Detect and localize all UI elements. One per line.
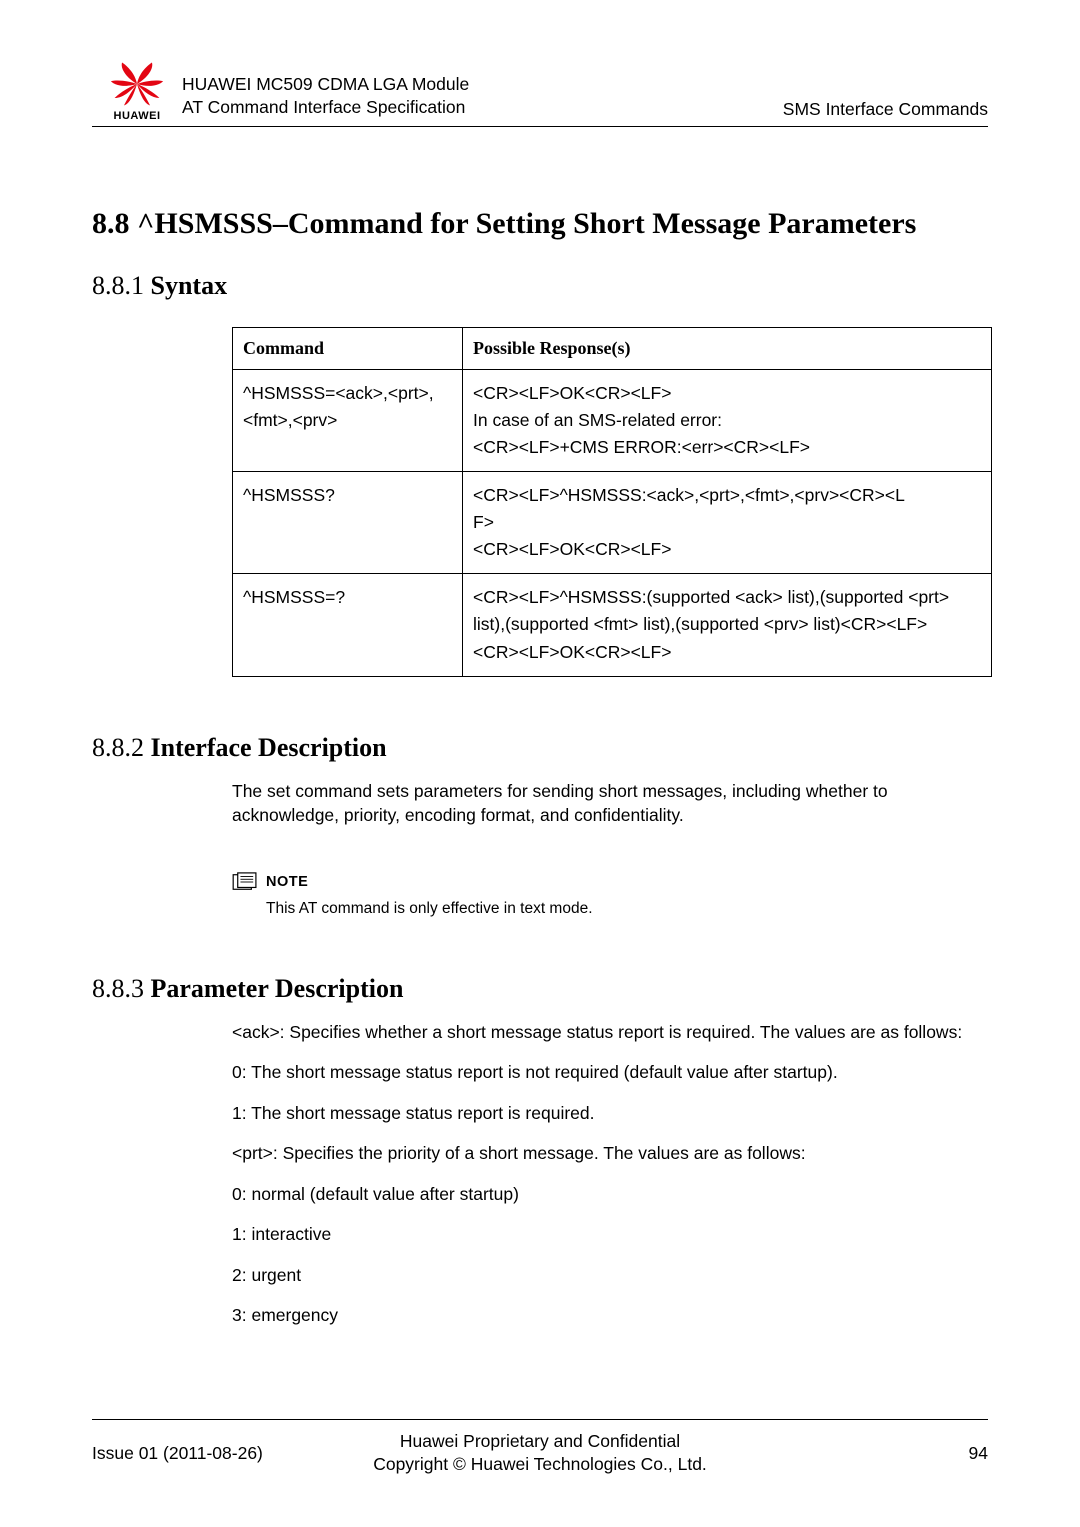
subsection-num: 8.8.3 bbox=[92, 974, 151, 1003]
param-line: 2: urgent bbox=[232, 1263, 988, 1288]
param-line: 0: The short message status report is no… bbox=[232, 1060, 988, 1085]
page: HUAWEI HUAWEI MC509 CDMA LGA Module AT C… bbox=[0, 0, 1080, 1527]
col-header-command: Command bbox=[233, 327, 463, 369]
table-row: ^HSMSSS=<ack>,<prt>,<fmt>,<prv> <CR><LF>… bbox=[233, 369, 992, 471]
header-title-line1: HUAWEI MC509 CDMA LGA Module bbox=[182, 73, 783, 97]
subsection-syntax: 8.8.1 Syntax bbox=[92, 271, 988, 301]
subsection-param-desc: 8.8.3 Parameter Description bbox=[92, 974, 988, 1004]
syntax-table: Command Possible Response(s) ^HSMSSS=<ac… bbox=[232, 327, 992, 677]
footer-page-number: 94 bbox=[764, 1443, 988, 1464]
param-desc-block: <ack>: Specifies whether a short message… bbox=[232, 1020, 988, 1328]
footer-copyright: Copyright © Huawei Technologies Co., Ltd… bbox=[316, 1453, 764, 1477]
cell-response: <CR><LF>^HSMSSS:<ack>,<prt>,<fmt>,<prv><… bbox=[463, 471, 992, 573]
subsection-title: Syntax bbox=[151, 271, 228, 300]
cell-command: ^HSMSSS=<ack>,<prt>,<fmt>,<prv> bbox=[233, 369, 463, 471]
param-line: 3: emergency bbox=[232, 1303, 988, 1328]
interface-desc-text: The set command sets parameters for send… bbox=[232, 779, 988, 828]
cell-command: ^HSMSSS? bbox=[233, 471, 463, 573]
cell-response: <CR><LF>^HSMSSS:(supported <ack> list),(… bbox=[463, 574, 992, 676]
cell-response: <CR><LF>OK<CR><LF>In case of an SMS-rela… bbox=[463, 369, 992, 471]
param-line: <prt>: Specifies the priority of a short… bbox=[232, 1141, 988, 1166]
footer-proprietary: Huawei Proprietary and Confidential bbox=[316, 1430, 764, 1454]
param-line: 1: interactive bbox=[232, 1222, 988, 1247]
logo-text: HUAWEI bbox=[114, 110, 161, 122]
note-icon bbox=[232, 872, 258, 892]
huawei-logo-icon bbox=[109, 60, 165, 108]
cell-command: ^HSMSSS=? bbox=[233, 574, 463, 676]
footer-center: Huawei Proprietary and Confidential Copy… bbox=[316, 1430, 764, 1477]
note-label: NOTE bbox=[266, 874, 308, 890]
page-footer: Issue 01 (2011-08-26) Huawei Proprietary… bbox=[92, 1419, 988, 1477]
param-line: 0: normal (default value after startup) bbox=[232, 1182, 988, 1207]
footer-issue: Issue 01 (2011-08-26) bbox=[92, 1443, 316, 1464]
interface-desc-block: The set command sets parameters for send… bbox=[232, 779, 988, 918]
param-line: 1: The short message status report is re… bbox=[232, 1101, 988, 1126]
table-header-row: Command Possible Response(s) bbox=[233, 327, 992, 369]
param-line: <ack>: Specifies whether a short message… bbox=[232, 1020, 988, 1045]
header-chapter: SMS Interface Commands bbox=[783, 99, 988, 122]
note-text: This AT command is only effective in tex… bbox=[266, 900, 988, 918]
table-row: ^HSMSSS=? <CR><LF>^HSMSSS:(supported <ac… bbox=[233, 574, 992, 676]
logo-column: HUAWEI bbox=[92, 60, 182, 122]
col-header-response: Possible Response(s) bbox=[463, 327, 992, 369]
header-title-line2: AT Command Interface Specification bbox=[182, 96, 783, 120]
subsection-num: 8.8.2 bbox=[92, 733, 151, 762]
subsection-interface-desc: 8.8.2 Interface Description bbox=[92, 733, 988, 763]
subsection-num: 8.8.1 bbox=[92, 271, 151, 300]
section-heading: 8.8 ^HSMSSS–Command for Setting Short Me… bbox=[92, 205, 988, 243]
header-title: HUAWEI MC509 CDMA LGA Module AT Command … bbox=[182, 73, 783, 122]
subsection-title: Parameter Description bbox=[151, 974, 404, 1003]
note-row: NOTE bbox=[232, 872, 988, 892]
subsection-title: Interface Description bbox=[151, 733, 387, 762]
page-header: HUAWEI HUAWEI MC509 CDMA LGA Module AT C… bbox=[92, 60, 988, 127]
table-row: ^HSMSSS? <CR><LF>^HSMSSS:<ack>,<prt>,<fm… bbox=[233, 471, 992, 573]
